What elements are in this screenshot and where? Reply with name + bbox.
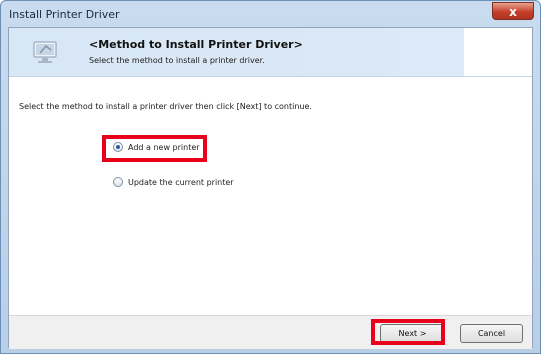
radio-label: Add a new printer: [128, 142, 200, 152]
close-icon: x: [509, 5, 517, 19]
monitor-wizard-icon: [33, 41, 57, 63]
dialog-content: <Method to Install Printer Driver> Selec…: [8, 27, 533, 349]
radio-add-new-printer[interactable]: Add a new printer: [113, 140, 200, 154]
title-bar[interactable]: Install Printer Driver x: [1, 1, 540, 27]
next-button[interactable]: Next >: [380, 324, 445, 343]
page-title: <Method to Install Printer Driver>: [89, 38, 303, 51]
radio-label: Update the current printer: [128, 177, 234, 187]
radio-update-current-printer[interactable]: Update the current printer: [113, 175, 234, 189]
cancel-button[interactable]: Cancel: [460, 324, 523, 343]
page-subtitle: Select the method to install a printer d…: [89, 56, 265, 65]
instruction-text: Select the method to install a printer d…: [19, 102, 312, 111]
window-title: Install Printer Driver: [9, 8, 120, 21]
button-footer: Next > Cancel: [9, 315, 532, 349]
radio-button[interactable]: [113, 177, 123, 187]
close-button[interactable]: x: [492, 2, 534, 20]
header-band: <Method to Install Printer Driver> Selec…: [9, 28, 464, 76]
header-divider: [9, 76, 532, 77]
radio-button-checked[interactable]: [113, 142, 123, 152]
installer-window: Install Printer Driver x <Method to Inst…: [0, 0, 541, 354]
